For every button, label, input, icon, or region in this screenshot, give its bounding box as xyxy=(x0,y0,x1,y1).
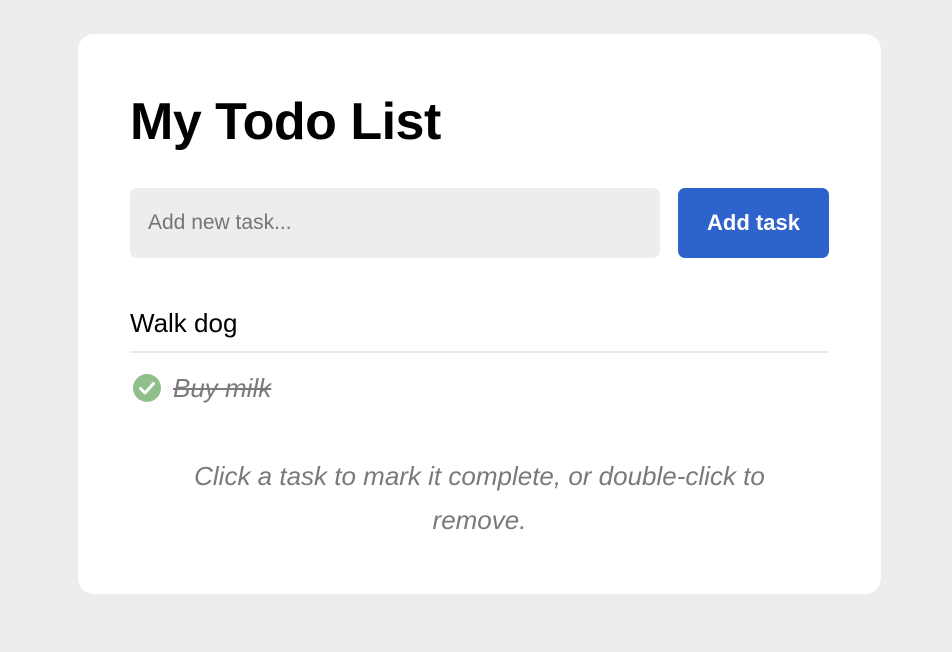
task-item[interactable]: Buy milk xyxy=(130,353,829,423)
add-task-form: Add task xyxy=(130,188,829,258)
task-label-completed: Buy milk xyxy=(173,372,272,403)
task-item[interactable]: Walk dog xyxy=(130,296,829,353)
new-task-input[interactable] xyxy=(130,188,660,258)
check-circle-icon xyxy=(133,374,161,402)
todo-card: My Todo List Add task Walk dog Buy milk … xyxy=(78,34,881,594)
task-label: Walk dog xyxy=(130,308,238,338)
page-title: My Todo List xyxy=(130,93,441,151)
usage-hint: Click a task to mark it complete, or dou… xyxy=(194,461,765,535)
task-list: Walk dog Buy milk xyxy=(130,296,829,423)
add-task-button[interactable]: Add task xyxy=(678,188,829,258)
